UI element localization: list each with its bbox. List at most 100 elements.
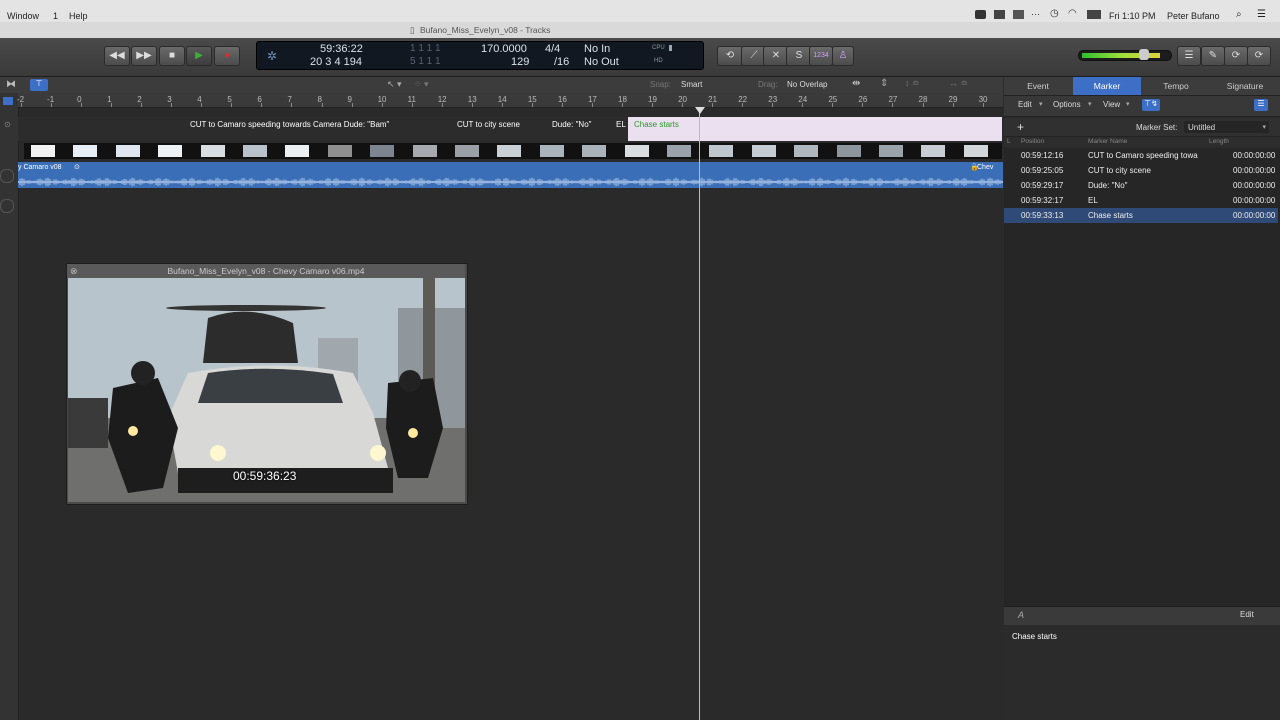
marker-position: 00:59:12:16 <box>1021 151 1064 160</box>
marker-position: 00:59:32:17 <box>1021 196 1064 205</box>
play-button[interactable]: ▶ <box>186 46 212 66</box>
movie-track-filmstrip[interactable] <box>24 143 1002 159</box>
marker-text-area[interactable]: Chase starts <box>1004 625 1280 720</box>
spotlight-icon[interactable]: ⌕ <box>1236 9 1242 20</box>
audio-track-knob[interactable] <box>0 169 14 183</box>
marker-row-selected[interactable]: 00:59:33:13 Chase starts 00:00:00:00 <box>1004 208 1278 223</box>
volume-knob[interactable] <box>1139 49 1149 60</box>
zoom-horizontal-icon[interactable]: ⇹ <box>852 78 860 89</box>
keyboard-icon[interactable] <box>1013 10 1024 19</box>
lcd-in[interactable]: No In <box>584 43 610 55</box>
lcd-tempo[interactable]: 170.0000 <box>481 43 527 55</box>
tab-tempo[interactable]: Tempo <box>1142 77 1210 95</box>
playhead-handle[interactable] <box>695 107 705 114</box>
snap-select[interactable]: Smart <box>681 80 702 89</box>
screen-record-icon[interactable] <box>975 10 986 19</box>
marker-2[interactable]: CUT to city scene <box>457 120 520 129</box>
ruler-tick <box>682 103 684 107</box>
cycle-button[interactable]: ⟲ <box>717 46 743 66</box>
track-zoom-icon[interactable]: ⧓ <box>6 79 16 90</box>
time-machine-icon[interactable]: ◷ <box>1050 8 1061 19</box>
forward-button[interactable]: ▶▶ <box>131 46 157 66</box>
drag-select[interactable]: No Overlap <box>787 80 827 89</box>
menu-window[interactable]: Window <box>7 11 39 21</box>
col-marker-name[interactable]: Marker Name <box>1088 138 1127 145</box>
stop-button[interactable]: ■ <box>159 46 185 66</box>
loops-button[interactable]: ⟳ <box>1224 46 1248 66</box>
lcd-bars-subdiv: 5 1 1 1 <box>410 56 441 67</box>
film-frame <box>667 145 691 157</box>
notifications-icon[interactable]: ☰ <box>1257 9 1266 20</box>
marker-chase-region[interactable] <box>628 117 1002 141</box>
marker-text-toolbar: A Edit <box>1004 606 1280 626</box>
tab-event[interactable]: Event <box>1004 77 1072 95</box>
lcd-division[interactable]: /16 <box>554 56 569 68</box>
timeline-ruler[interactable]: -2 -1 0 1 2 3 4 5 6 7 8 9 10 11 12 13 14 15 16 17 18 19 20 21 22… <box>17 93 1003 108</box>
zoom-vertical-icon[interactable]: ⇕ <box>880 78 888 89</box>
window-title: Bufano_Miss_Evelyn_v08 - Tracks <box>420 25 551 35</box>
playhead[interactable] <box>699 107 700 720</box>
font-icon[interactable]: A <box>1018 610 1024 620</box>
marker-track-icon[interactable]: ⊙ <box>4 120 11 129</box>
marker-4[interactable]: EL <box>616 120 626 129</box>
menu-1[interactable]: 1 <box>53 11 58 21</box>
menu-help[interactable]: Help <box>69 11 88 21</box>
browser-button[interactable]: ⟳ <box>1247 46 1271 66</box>
col-length[interactable]: Length <box>1209 138 1229 145</box>
edit-menu[interactable]: Edit <box>1018 100 1032 109</box>
filter-button[interactable]: ⊤↯ <box>1142 99 1160 111</box>
user-name[interactable]: Peter Bufano <box>1167 11 1220 21</box>
tab-marker[interactable]: Marker <box>1073 77 1141 95</box>
col-lock: L <box>1007 138 1011 145</box>
marker-length: 00:00:00:00 <box>1233 166 1276 175</box>
lcd-out[interactable]: No Out <box>584 56 619 68</box>
lcd-signature[interactable]: 4/4 <box>545 43 560 55</box>
metronome-button[interactable]: ♙ <box>832 46 854 66</box>
marker-row[interactable]: 00:59:29:17 Dude: "No" 00:00:00:00 <box>1004 178 1278 193</box>
record-button[interactable]: ● <box>214 46 240 66</box>
battery-icon[interactable] <box>1087 10 1101 19</box>
lcd-display[interactable]: ✲ 59:36:22 1 1 1 1 20 3 4 194 5 1 1 1 17… <box>256 41 704 70</box>
ruler-tick <box>802 103 804 107</box>
close-icon[interactable]: ⊗ <box>70 264 78 278</box>
notepad-button[interactable]: ✎ <box>1201 46 1225 66</box>
ruler-tick <box>561 103 563 107</box>
record-icon: ● <box>223 50 231 61</box>
marquee-tool-icon[interactable]: ⁘ ▾ <box>414 79 429 90</box>
waveform-zoom-icon[interactable]: ↕ ≏ <box>905 78 920 89</box>
loop-icon: ⟳ <box>1231 50 1241 61</box>
pointer-tool-icon[interactable]: ↖ ▾ <box>387 79 402 90</box>
master-volume-slider[interactable] <box>1078 49 1172 61</box>
rewind-button[interactable]: ◀◀ <box>104 46 130 66</box>
marker-set-select[interactable]: Untitled ▾ <box>1184 121 1269 133</box>
ruler-tick <box>982 103 984 107</box>
dots-icon[interactable]: ⋯ <box>1031 9 1042 19</box>
marker-1[interactable]: CUT to Camaro speeding towards Camera Du… <box>190 120 389 129</box>
track-knob[interactable] <box>0 199 14 213</box>
marker-3[interactable]: Dude: "No" <box>552 120 591 129</box>
list-view-icon[interactable]: ☰ <box>1254 99 1268 111</box>
view-menu[interactable]: View <box>1103 100 1120 109</box>
tab-signature[interactable]: Signature <box>1211 77 1279 95</box>
catch-button[interactable]: ⊤ <box>30 79 48 91</box>
clock[interactable]: Fri 1:10 PM <box>1109 11 1156 21</box>
horizontal-zoom-slider-icon[interactable]: ↔ ≏ <box>949 78 968 89</box>
movie-window-titlebar[interactable]: ⊗ Bufano_Miss_Evelyn_v08 - Chevy Camaro … <box>67 264 465 278</box>
add-marker-icon[interactable]: + <box>1017 120 1024 134</box>
marker-row[interactable]: 00:59:25:05 CUT to city scene 00:00:00:0… <box>1004 163 1278 178</box>
marker-row[interactable]: 00:59:12:16 CUT to Camaro speeding towa … <box>1004 148 1278 163</box>
forward-icon: ▶▶ <box>136 50 152 61</box>
count-in-button[interactable]: 1234 <box>809 46 833 66</box>
marker-5[interactable]: Chase starts <box>634 120 679 129</box>
notes-edit-button[interactable]: Edit <box>1240 610 1254 619</box>
marker-row[interactable]: 00:59:32:17 EL 00:00:00:00 <box>1004 193 1278 208</box>
display-icon[interactable] <box>994 10 1005 19</box>
list-editors-button[interactable]: ☰ <box>1177 46 1201 66</box>
col-position[interactable]: Position <box>1021 138 1044 145</box>
lcd-settings-icon[interactable]: ✲ <box>267 49 277 63</box>
lock-icon: 🔒 <box>970 164 979 171</box>
wifi-icon[interactable]: ◠ <box>1068 8 1079 19</box>
cycle-icon: ⟲ <box>725 50 735 61</box>
lcd-tempo-2[interactable]: 129 <box>511 56 529 68</box>
options-menu[interactable]: Options <box>1053 100 1081 109</box>
